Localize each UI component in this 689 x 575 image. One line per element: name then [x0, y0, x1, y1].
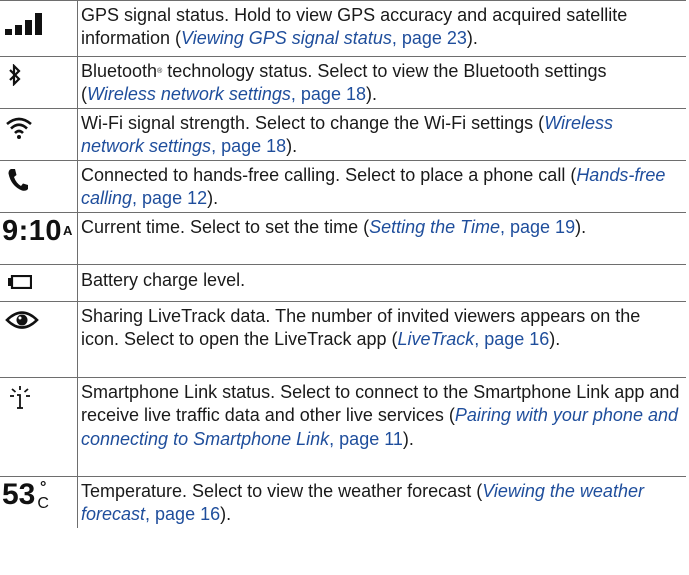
description-cell: GPS signal status. Hold to view GPS accu…	[78, 1, 686, 56]
icon-cell	[0, 109, 78, 160]
icon-cell: 53 ° C	[0, 477, 78, 528]
description-cell: Wi-Fi signal strength. Select to change …	[78, 109, 686, 160]
icon-cell	[0, 302, 78, 377]
description-text: Battery charge level.	[81, 270, 246, 290]
description-tail: ).	[575, 217, 587, 237]
cross-reference-link[interactable]: Setting the Time, page 19	[369, 217, 575, 237]
table-row: Bluetooth® technology status. Select to …	[0, 57, 686, 109]
cross-reference-link[interactable]: LiveTrack, page 16	[398, 329, 550, 349]
table-row: 9:10A Current time. Select to set the ti…	[0, 213, 686, 265]
description-tail: ).	[402, 428, 414, 449]
bluetooth-icon	[8, 63, 22, 91]
table-row: 53 ° C Temperature. Select to view the wea…	[0, 477, 686, 528]
icon-cell	[0, 1, 78, 56]
description-tail: ).	[286, 136, 298, 157]
phone-icon	[7, 168, 29, 197]
description-tail: ).	[220, 504, 232, 525]
icon-cell	[0, 265, 78, 301]
icon-cell	[0, 161, 78, 212]
table-row: Sharing LiveTrack data. The number of in…	[0, 302, 686, 378]
icon-cell	[0, 378, 78, 476]
description-tail: ).	[365, 84, 377, 105]
eye-livetrack-icon	[5, 309, 39, 336]
cross-reference-link[interactable]: Wireless network settings, page 18	[87, 84, 366, 104]
temperature-icon: 53 ° C	[2, 478, 49, 512]
icon-cell	[0, 57, 78, 108]
gps-signal-bars-icon	[5, 13, 49, 40]
description-text: Wi-Fi signal strength. Select to change …	[81, 113, 545, 133]
description-cell: Sharing LiveTrack data. The number of in…	[78, 302, 686, 377]
description-text: Current time. Select to set the time (	[81, 217, 370, 237]
description-text: Temperature. Select to view the weather …	[81, 481, 483, 501]
table-row: Connected to hands-free calling. Select …	[0, 161, 686, 213]
description-cell: Bluetooth® technology status. Select to …	[78, 57, 686, 108]
status-icons-table: GPS signal status. Hold to view GPS accu…	[0, 0, 686, 528]
smartphone-link-icon	[9, 385, 31, 414]
table-row: Smartphone Link status. Select to connec…	[0, 378, 686, 477]
cross-reference-link[interactable]: Viewing GPS signal status, page 23	[181, 28, 467, 48]
description-tail: ).	[207, 188, 219, 209]
icon-cell: 9:10A	[0, 213, 78, 264]
description-cell: Smartphone Link status. Select to connec…	[78, 378, 686, 476]
wifi-icon	[5, 116, 33, 145]
description-cell: Connected to hands-free calling. Select …	[78, 161, 686, 212]
description-tail: ).	[466, 28, 478, 49]
description-cell: Current time. Select to set the time (Se…	[78, 213, 686, 264]
table-row: Wi-Fi signal strength. Select to change …	[0, 109, 686, 161]
description-cell: Battery charge level.	[78, 265, 686, 301]
description-text: Connected to hands-free calling. Select …	[81, 165, 577, 185]
description-text: Bluetooth	[81, 61, 158, 81]
table-row: GPS signal status. Hold to view GPS accu…	[0, 1, 686, 57]
clock-time-icon: 9:10A	[2, 215, 73, 247]
table-row: Battery charge level.	[0, 265, 686, 302]
description-tail: ).	[549, 329, 561, 350]
battery-icon	[8, 274, 33, 294]
description-cell: Temperature. Select to view the weather …	[78, 477, 686, 528]
